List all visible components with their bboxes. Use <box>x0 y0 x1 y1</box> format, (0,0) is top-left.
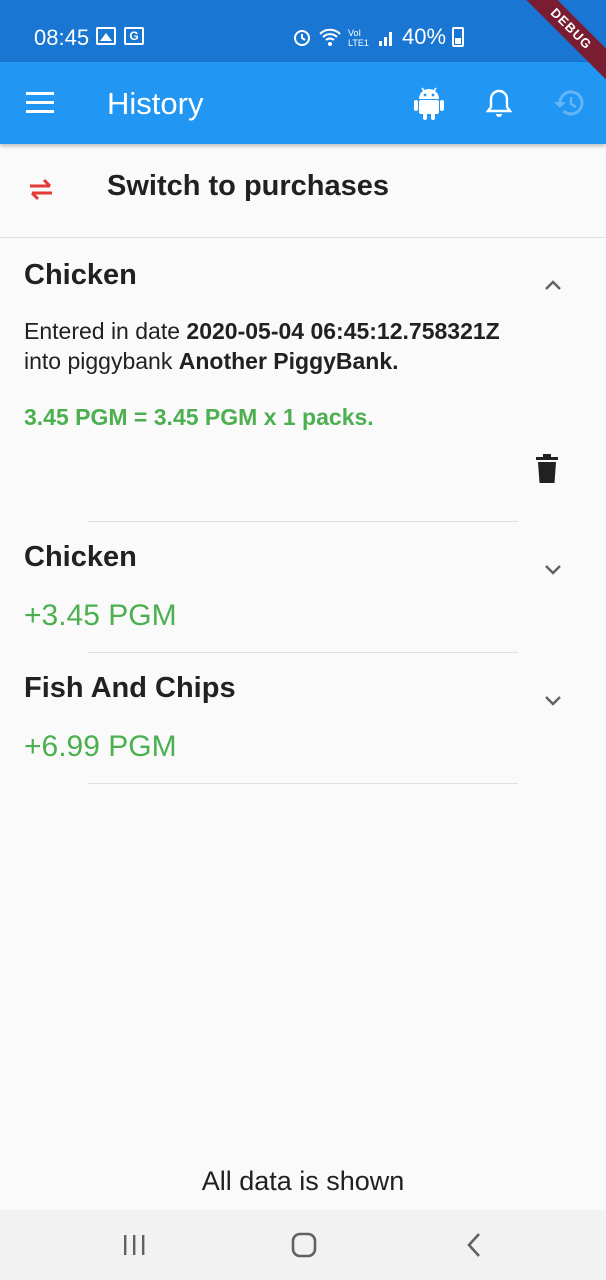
divider <box>88 783 518 784</box>
lte-icon: VoILTE1 <box>348 28 369 47</box>
gallery-notification-icon <box>96 27 116 45</box>
svg-text:VoI: VoI <box>348 28 361 38</box>
divider <box>88 652 518 653</box>
status-time: 08:45 <box>34 25 90 50</box>
swap-arrows-icon <box>30 178 52 201</box>
back-button[interactable] <box>454 1230 494 1260</box>
entry-date: 2020-05-04 06:45:12.758321Z <box>186 318 500 344</box>
entry-title: Fish And Chips <box>24 672 236 704</box>
entry-title: Chicken <box>24 259 137 291</box>
wifi-icon <box>319 28 341 46</box>
chevron-down-icon[interactable] <box>541 688 565 712</box>
home-icon <box>291 1232 317 1258</box>
signal-icon <box>379 32 392 46</box>
entry-amount: +6.99 PGM <box>24 730 177 763</box>
all-data-shown-label: All data is shown <box>201 1166 405 1196</box>
recent-apps-icon <box>124 1235 145 1255</box>
page-title: History <box>107 86 204 121</box>
entry-title: Chicken <box>24 541 137 573</box>
trash-icon[interactable] <box>534 454 560 484</box>
status-notification-icons: G <box>96 27 144 45</box>
bell-icon[interactable] <box>480 84 518 122</box>
entry-sum: 3.45 PGM = 3.45 PGM x 1 packs. <box>24 404 374 430</box>
switch-label: Switch to purchases <box>107 170 390 202</box>
battery-icon <box>452 27 465 47</box>
back-icon <box>467 1233 480 1257</box>
status-system-icons: VoI LTE1 40% <box>292 24 465 50</box>
menu-icon[interactable] <box>26 92 56 114</box>
battery-percent: 40% <box>402 24 447 49</box>
history-icon[interactable] <box>550 84 588 122</box>
android-icon[interactable] <box>410 84 448 122</box>
home-button[interactable] <box>284 1230 324 1260</box>
chevron-down-icon[interactable] <box>541 557 565 581</box>
system-nav-bar <box>0 1210 606 1280</box>
divider <box>88 521 518 522</box>
translate-notification-icon: G <box>124 27 144 45</box>
entry-details: Entered in date 2020-05-04 06:45:12.7583… <box>24 318 500 374</box>
entry-piggybank: Another PiggyBank. <box>178 348 399 374</box>
app-bar: History <box>0 62 606 144</box>
status-bar: 08:45 G VoI LTE1 40% <box>0 0 606 62</box>
svg-text:LTE1: LTE1 <box>348 38 369 47</box>
entry-amount: +3.45 PGM <box>24 599 177 632</box>
alarm-icon <box>294 30 310 46</box>
recent-apps-button[interactable] <box>114 1230 154 1260</box>
chevron-up-icon[interactable] <box>541 274 565 298</box>
switch-to-purchases-row[interactable]: Switch to purchases <box>0 144 606 238</box>
